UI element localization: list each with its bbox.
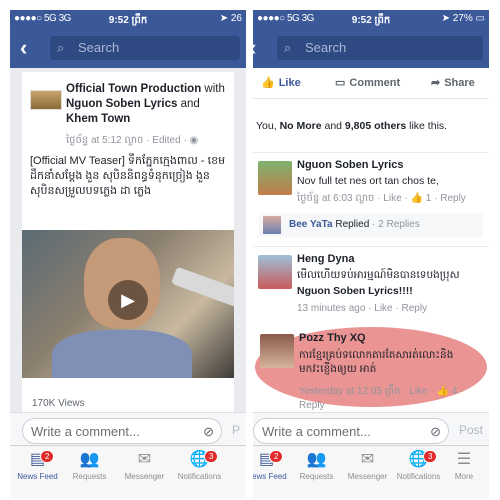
commenter-avatar[interactable] [258, 161, 292, 195]
video-player[interactable]: ▶ [22, 230, 234, 378]
status-bar: ●●●●○ 5G 3G 9:52 ព្រឹក ➤ 27% ▭ [253, 10, 489, 28]
video-frame-clipper [171, 266, 234, 308]
commenter-name[interactable]: Nguon Soben Lyrics [297, 159, 404, 171]
comment-reply-link[interactable]: Reply [299, 400, 325, 411]
post-button[interactable]: Post [459, 423, 483, 437]
share-button[interactable]: ➦ Share [431, 76, 475, 89]
comment-text: មើលហើយទប់អារម្មណ៍មិនបានទេបងប្រុស [297, 269, 460, 281]
back-arrow-icon[interactable]: ‹ [20, 35, 27, 61]
notifications-icon: 🌐 [189, 451, 210, 468]
search-icon: ⌕ [57, 40, 65, 55]
right-screenshot: ●●●●○ 5G 3G 9:52 ព្រឹក ➤ 27% ▭ ‹ ⌕ Searc… [253, 10, 489, 498]
tab-news-feed[interactable]: ▤ 2 News Feed [253, 450, 294, 481]
tab-messenger[interactable]: ✉ Messenger [117, 450, 172, 481]
post-author-link[interactable]: Official Town Production [66, 83, 201, 95]
comment-text: ការខ្មែរគ្រប់ទលោកតារតែសារត់លោះនិង មកវះខ្… [299, 349, 454, 375]
commenter-avatar[interactable] [258, 255, 292, 289]
attach-photo-icon[interactable]: ⊘ [203, 419, 214, 445]
bottom-tab-bar: ▤ 2 News Feed 👥 Requests ✉ Messenger 🌐 3… [253, 445, 489, 498]
messenger-icon: ✉ [360, 451, 375, 468]
commenter-name[interactable]: Pozz Thy XQ [299, 332, 366, 344]
tab-requests[interactable]: 👥 Requests [289, 450, 344, 481]
post-text: [Official MV Teaser] ទឹកភ្នែកក្មេងពាល - … [30, 155, 226, 197]
video-frame-shirt [52, 330, 192, 378]
commenter-name[interactable]: Heng Dyna [297, 253, 354, 265]
comment-button[interactable]: ▭ Comment [335, 76, 400, 89]
tab-notifications[interactable]: 🌐 3 Notifications [172, 450, 227, 481]
thumbs-up-icon: 👍 [436, 386, 450, 397]
requests-icon: 👥 [306, 451, 327, 468]
mention-link[interactable]: Nguon Soben Lyrics!!!! [297, 285, 413, 297]
search-icon: ⌕ [284, 40, 292, 55]
comment-meta: Yesterday at 12:05 ព្រឹក · Like · 👍 4 · [299, 386, 464, 397]
post-header: Official Town Production with Nguon Sobe… [66, 83, 225, 125]
menu-icon: ☰ [456, 451, 472, 468]
globe-icon: ◉ [189, 135, 199, 146]
post-actions-bar: 👍 Like ▭ Comment ➦ Share [253, 68, 489, 99]
top-navbar: ‹ ⌕ Search [253, 28, 489, 68]
view-count: 170K Views [32, 398, 85, 409]
replier-avatar [263, 216, 281, 234]
battery-indicator: ➤ 26 [219, 13, 242, 24]
search-input[interactable]: ⌕ Search [277, 36, 483, 60]
comment-icon: ▭ [335, 77, 346, 89]
page-avatar[interactable] [30, 90, 62, 110]
comment-item: Heng Dyna មើលហើយទប់អារម្មណ៍មិនបានទេបងប្រ… [253, 246, 489, 323]
tab-requests[interactable]: 👥 Requests [62, 450, 117, 481]
reply-summary[interactable]: Bee YaTa Replied · 2 Replies [259, 213, 483, 237]
write-comment-bar: Write a comment... ⊘ Post [253, 412, 489, 449]
thumbs-up-icon: 👍 [410, 193, 423, 204]
like-button[interactable]: 👍 Like [261, 76, 301, 89]
left-screenshot: ●●●●○ 5G 3G 9:52 ព្រឹក ➤ 26 ‹ ⌕ Search O… [10, 10, 246, 498]
comment-item: Pozz Thy XQ ការខ្មែរគ្រប់ទលោកតារតែសារត់ល… [253, 330, 489, 416]
play-button-icon[interactable]: ▶ [108, 280, 148, 320]
tab-notifications[interactable]: 🌐 3 Notifications [391, 450, 446, 481]
comment-like-link[interactable]: Like [383, 193, 401, 204]
comment-item: Nguon Soben Lyrics Nov full tet nes ort … [253, 152, 489, 211]
back-arrow-icon[interactable]: ‹ [253, 35, 256, 61]
status-time: 9:52 ព្រឹក [108, 15, 148, 26]
tab-more[interactable]: ☰ More [441, 450, 487, 481]
status-bar: ●●●●○ 5G 3G 9:52 ព្រឹក ➤ 26 [10, 10, 246, 28]
search-placeholder: Search [78, 40, 120, 55]
comment-meta: 13 minutes ago · Like · Reply [297, 303, 428, 314]
top-navbar: ‹ ⌕ Search [10, 28, 246, 68]
requests-icon: 👥 [79, 451, 100, 468]
post-card: Official Town Production with Nguon Sobe… [22, 72, 234, 424]
tab-news-feed[interactable]: ▤ 2 News Feed [10, 450, 65, 481]
tab-messenger[interactable]: ✉ Messenger [340, 450, 395, 481]
bottom-tab-bar: ▤ 2 News Feed 👥 Requests ✉ Messenger 🌐 3… [10, 445, 246, 498]
write-comment-input[interactable]: Write a comment... ⊘ [22, 418, 222, 444]
write-comment-input[interactable]: Write a comment... ⊘ [253, 418, 449, 444]
comment-like-link[interactable]: Like [409, 386, 427, 397]
write-comment-bar: Write a comment... ⊘ P [10, 412, 246, 449]
comment-reply-link[interactable]: Reply [440, 193, 466, 204]
comment-reply-link[interactable]: Reply [402, 303, 428, 314]
thumbs-up-icon: 👍 [261, 77, 275, 89]
attach-photo-icon[interactable]: ⊘ [430, 419, 441, 445]
post-button[interactable]: P [232, 423, 240, 437]
comment-like-link[interactable]: Like [374, 303, 392, 314]
share-icon: ➦ [431, 77, 441, 89]
comment-meta: ថ្ងៃច័ន្ទ at 6:03 ល្ងាច · Like · 👍 1 · R… [297, 193, 466, 204]
notifications-icon: 🌐 [408, 451, 429, 468]
tagged-page-link[interactable]: Nguon Soben Lyrics [66, 98, 177, 110]
search-placeholder: Search [305, 40, 347, 55]
battery-indicator: ➤ 27% ▭ [441, 13, 485, 24]
reply-summary-text: Bee YaTa Replied · 2 Replies [289, 219, 420, 230]
tagged-page-link-2[interactable]: Khem Town [66, 113, 130, 125]
search-input[interactable]: ⌕ Search [50, 36, 240, 60]
messenger-icon: ✉ [137, 451, 152, 468]
news-feed-icon: ▤ [29, 451, 46, 468]
comment-text: Nov full tet nes ort tan chos te, [297, 175, 439, 187]
post-timestamp: ថ្ងៃច័ន្ទ at 5:12 ល្ងាច · Edited · ◉ [66, 135, 199, 146]
likes-summary[interactable]: You, No More and 9,805 others like this. [256, 120, 488, 132]
commenter-avatar[interactable] [260, 334, 294, 368]
